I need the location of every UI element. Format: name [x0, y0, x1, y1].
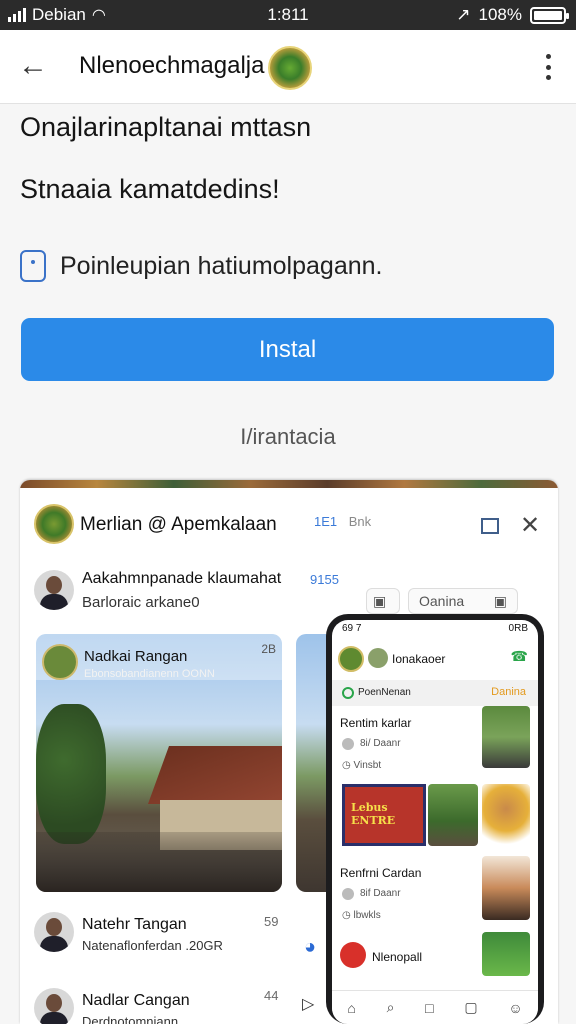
header-title: Nlenoechmagalja	[79, 52, 265, 79]
phone-thumb-food	[482, 784, 530, 846]
photo-card-avatar	[42, 644, 78, 680]
more-options-icon[interactable]	[544, 54, 552, 80]
photo-crowd	[36, 832, 282, 892]
phone-mockup: 69 7 0RB Ionakaoer ☎ PoenNenan Danina Re…	[326, 614, 544, 1024]
row3-name: Nadlar Cangan	[82, 992, 190, 1009]
row1-button-icon: ▣	[493, 593, 507, 609]
phone-status-right: 0RB	[508, 623, 528, 634]
row3-sub: Derdnotomniann	[82, 1014, 179, 1024]
preview-title: Merlian @ Apemkalaan	[80, 514, 277, 535]
phone-item3-thumb	[482, 932, 530, 976]
row2-sub: Natenaflonferdan .20GR	[82, 938, 223, 953]
phone-item2-name: Renfrni Cardan	[340, 866, 422, 880]
location-arrow-icon: ↗	[456, 5, 471, 24]
row1-sub: Barloraic arkane0	[82, 594, 200, 611]
row1-name: Aakahmnpanade klaumahat	[82, 570, 282, 587]
header-avatar[interactable]	[268, 46, 312, 90]
phone-nav-square-icon: ▢	[464, 999, 478, 1015]
phone-item3-avatar	[340, 942, 366, 968]
status-bar: Debian ◠ 1:811 ↗ 108%	[0, 0, 576, 30]
photo-card: Nadkai Rangan Ebonsobandianenn OONN 2B	[36, 634, 282, 892]
phone-item1-extra: ◷ Vinsbt	[342, 760, 381, 771]
phone-sign-image: Lebus ENTRE	[342, 784, 426, 846]
row1-num: 9155	[310, 572, 339, 587]
app-header: ← Nlenoechmagalja	[0, 30, 576, 104]
preview-meta-text: Bnk	[348, 514, 372, 529]
photo-card-title: Nadkai Rangan	[84, 648, 188, 665]
preview-close-icon: ✕	[520, 512, 541, 539]
phone-nav-bag-icon: □	[425, 999, 434, 1016]
secondary-link[interactable]: I/irantacia	[0, 424, 576, 450]
phone-call-icon: ☎	[510, 648, 528, 664]
row1-button-label: Oanina	[419, 593, 465, 609]
install-button[interactable]: Instal	[21, 318, 554, 381]
preview-maximize-icon	[481, 518, 499, 534]
preview-meta-num: 1E1	[314, 514, 338, 529]
row2-avatar	[34, 912, 74, 952]
phone-bar-text: PoenNenan	[358, 687, 411, 698]
phone-header-avatar-secondary	[368, 648, 388, 668]
back-arrow-icon[interactable]: ←	[18, 51, 52, 82]
phone-item1-sub: 8i/ Daanr	[360, 738, 401, 749]
phone-item3-name: Nlenopall	[372, 950, 423, 964]
phone-item1-extra-text: Vinsbt	[353, 760, 382, 771]
preview-banner-strip	[20, 480, 558, 488]
phone-item2-extra: ◷ lbwkls	[342, 910, 381, 921]
preview-header-avatar	[34, 504, 74, 544]
row1-avatar	[34, 570, 74, 610]
phone-status-time: 69 7	[342, 623, 362, 634]
row2-num: 59	[264, 914, 279, 929]
phone-item2-clock-icon: ◷	[342, 910, 351, 921]
phone-bottom-nav: ⌂ ⌕ □ ▢ ☺	[332, 990, 538, 1024]
battery-percent: 108%	[478, 5, 522, 24]
phone-nav-home-icon: ⌂	[347, 999, 356, 1016]
device-icon	[20, 250, 46, 282]
edge-chat-icon: ◕	[304, 936, 317, 958]
edge-send-icon: ▷	[302, 996, 315, 1013]
phone-header-title: Ionakaoer	[392, 652, 446, 666]
photo-card-num: 2B	[261, 642, 276, 656]
phone-thumb-people	[428, 784, 478, 846]
phone-item2-sub: 8if Daanr	[360, 888, 401, 899]
phone-item1-name: Rentim karlar	[340, 716, 412, 730]
phone-status-bar: 69 7 0RB	[332, 620, 538, 638]
phone-sign-text: Lebus ENTRE	[351, 801, 396, 827]
phone-screen: 69 7 0RB Ionakaoer ☎ PoenNenan Danina Re…	[332, 620, 538, 1024]
headline-text: Onajlarinapltanai mttasn	[20, 112, 312, 142]
row3-num: 44	[264, 988, 279, 1003]
row2-name: Natehr Tangan	[82, 916, 187, 933]
row3-avatar	[34, 988, 74, 1024]
phone-item1-dot	[342, 738, 354, 750]
phone-item2-extra-text: lbwkls	[353, 910, 381, 921]
subheadline-text: Stnaaia kamatdedins!	[20, 174, 280, 204]
phone-header-avatar	[338, 646, 364, 672]
phone-item2-dot	[342, 888, 354, 900]
phone-bar-button: Danina	[491, 686, 526, 698]
phone-item1-thumb-cyclist	[482, 706, 530, 768]
photo-tree	[36, 704, 106, 844]
photo-roof	[148, 746, 282, 804]
preview-meta: 1E1 Bnk	[314, 514, 371, 529]
phone-info-bar: PoenNenan Danina	[332, 680, 538, 706]
info-text: Poinleupian hatiumolpagann.	[60, 251, 383, 280]
phone-nav-profile-icon: ☺	[508, 999, 523, 1016]
info-row: Poinleupian hatiumolpagann.	[20, 250, 382, 282]
photo-card-subtitle: Ebonsobandianenn OONN	[84, 668, 215, 680]
row1-image-icon: ▣	[366, 588, 400, 614]
battery-icon	[530, 6, 569, 24]
phone-item1-clock-icon: ◷	[342, 760, 351, 771]
row1-button: Oanina ▣	[408, 588, 518, 614]
phone-bar-icon	[342, 687, 354, 699]
app-preview-screenshot: Merlian @ Apemkalaan 1E1 Bnk ✕ Aakahmnpa…	[20, 480, 558, 1024]
phone-nav-search-icon: ⌕	[386, 999, 395, 1015]
phone-item2-thumb-portrait	[482, 856, 530, 920]
status-right: ↗ 108%	[456, 5, 569, 25]
